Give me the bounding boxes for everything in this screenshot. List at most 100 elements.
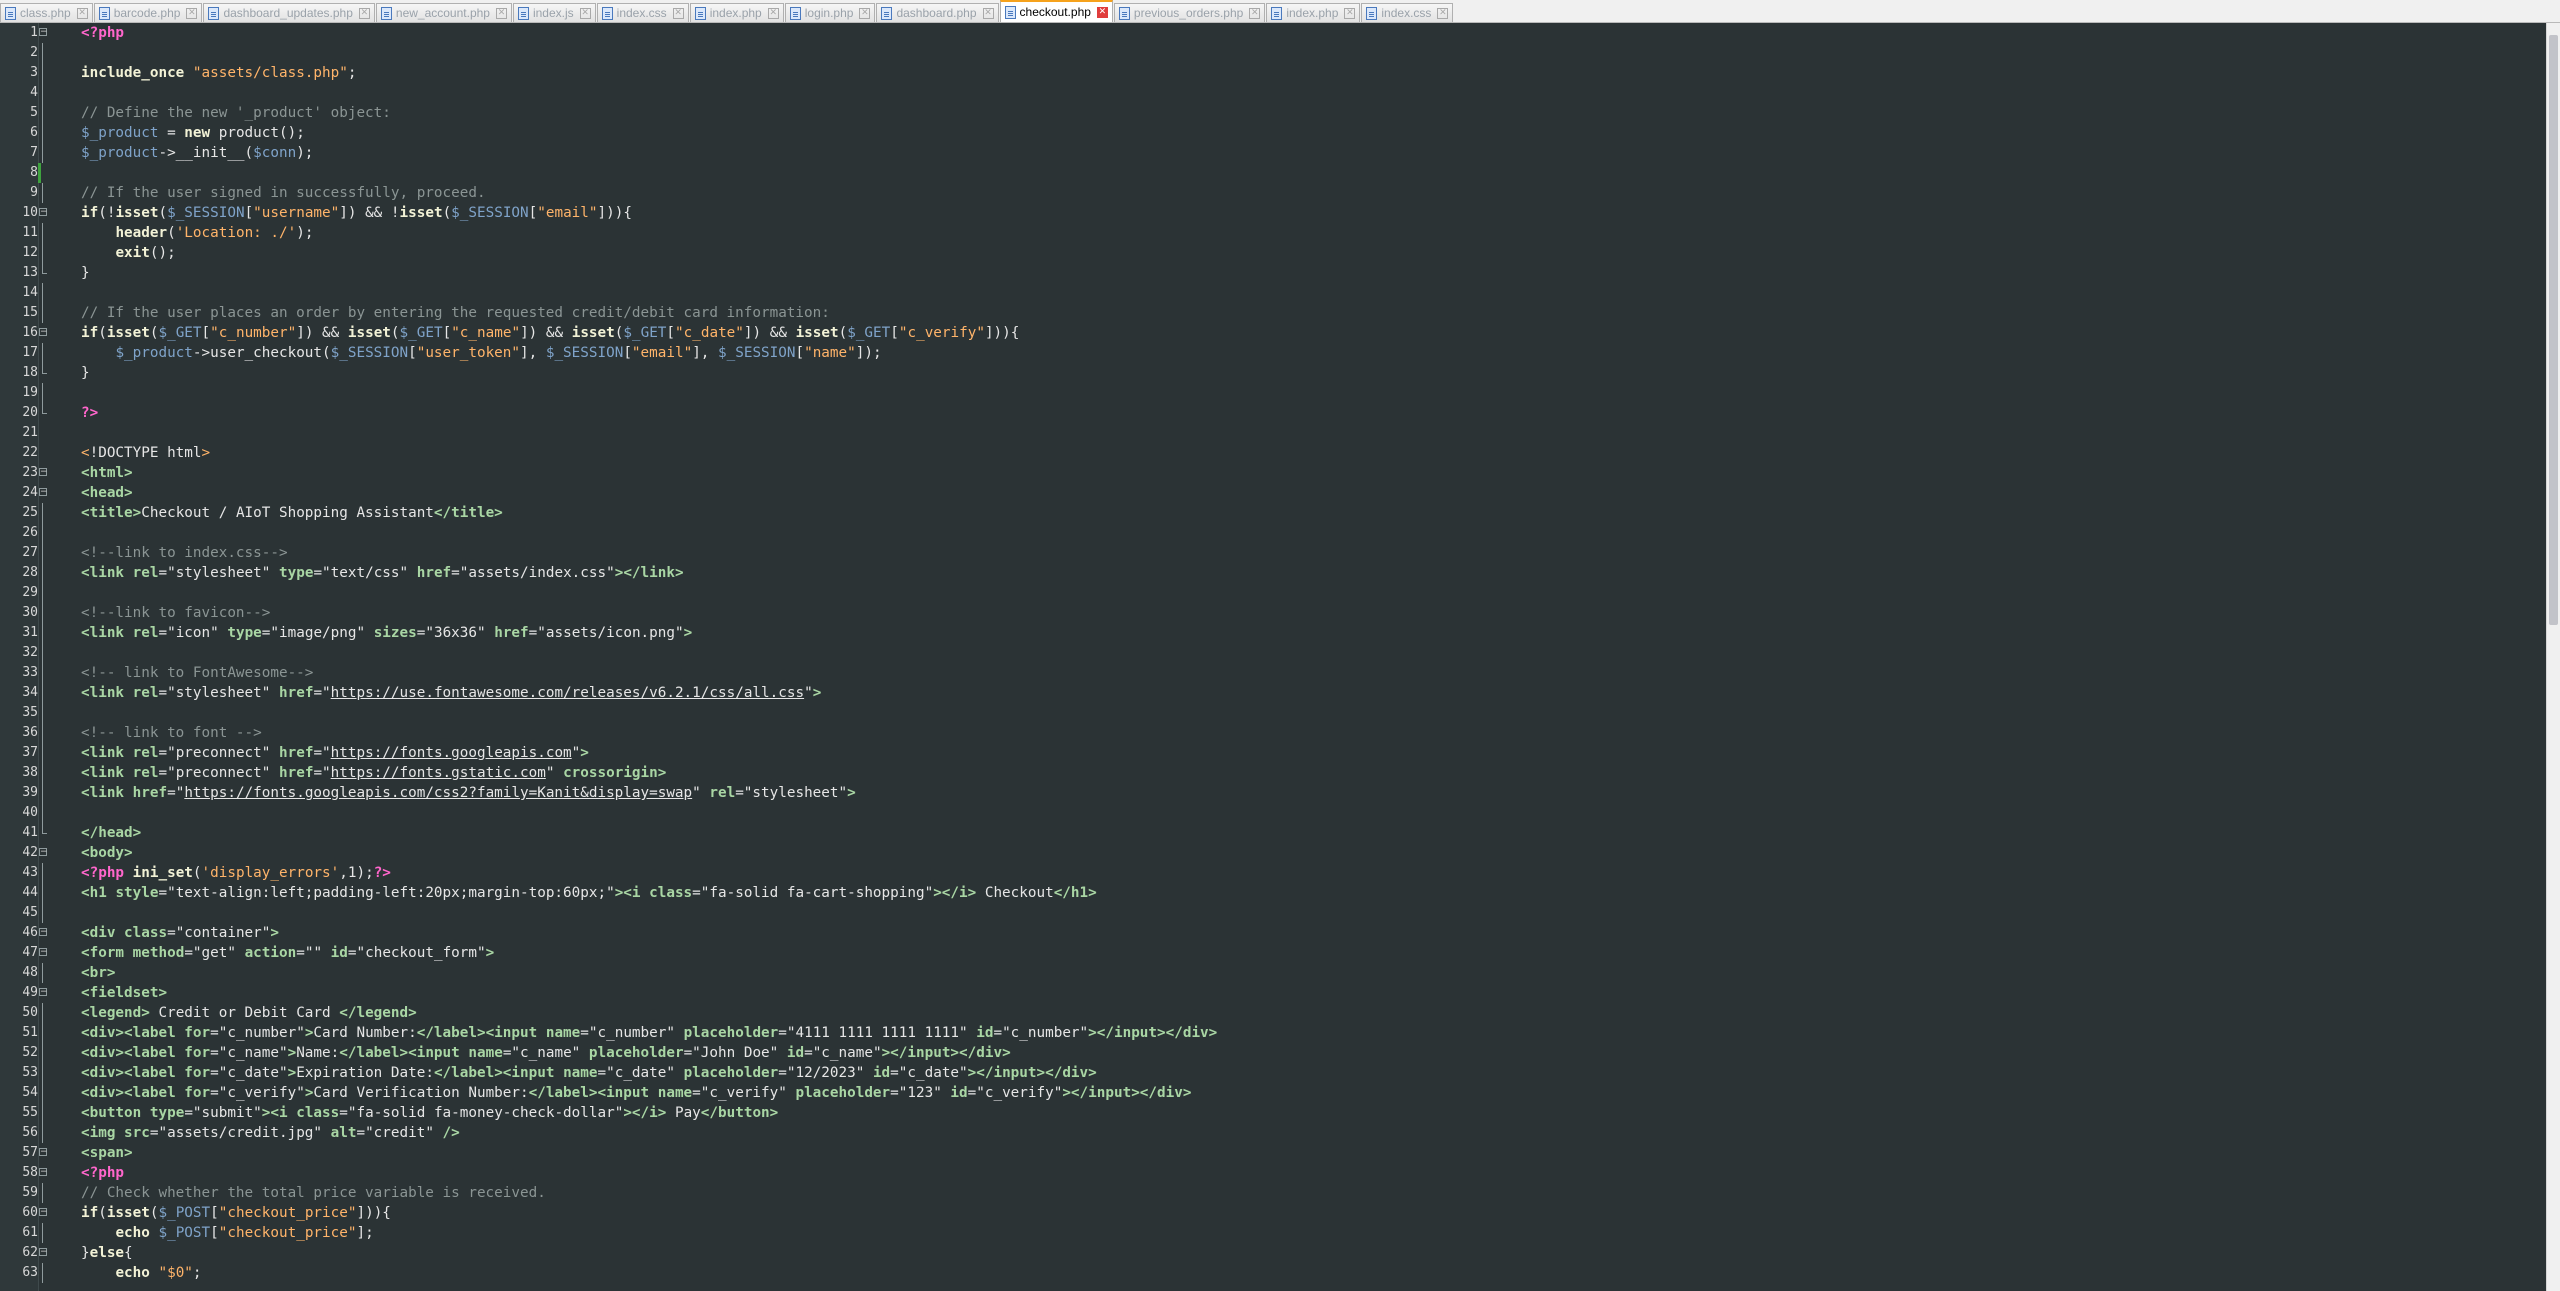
fold-guide xyxy=(38,603,48,623)
close-tab-icon[interactable]: ✕ xyxy=(983,8,994,19)
code-token: ="checkout_form" xyxy=(348,945,486,961)
code-token: "c_date" xyxy=(675,325,744,341)
line-number: 21 xyxy=(0,423,38,443)
code-token: class xyxy=(649,885,692,901)
fold-toggle-icon[interactable] xyxy=(38,323,48,343)
code-line: 53<div><label for="c_date">Expiration Da… xyxy=(0,1063,2546,1083)
tab-index-js[interactable]: index.js✕ xyxy=(513,3,596,22)
tab-dashboard-updates-php[interactable]: dashboard_updates.php✕ xyxy=(203,3,374,22)
line-number: 4 xyxy=(0,83,38,103)
tab-class-php[interactable]: class.php✕ xyxy=(0,3,93,22)
tab-index-php[interactable]: index.php✕ xyxy=(690,3,784,22)
code-token: > xyxy=(580,745,589,761)
fold-guide xyxy=(38,703,48,723)
close-tab-icon[interactable]: ✕ xyxy=(359,8,370,19)
fold-toggle-icon[interactable] xyxy=(38,483,48,503)
code-token: [ xyxy=(210,1225,219,1241)
close-tab-icon[interactable]: ✕ xyxy=(859,8,870,19)
code-text: <div><label for="c_number">Card Number:<… xyxy=(81,1023,1217,1043)
scrollbar-thumb[interactable] xyxy=(2549,35,2558,625)
line-number: 37 xyxy=(0,743,38,763)
tab-index-css[interactable]: index.css✕ xyxy=(1361,3,1453,22)
tab-barcode-php[interactable]: barcode.php✕ xyxy=(94,3,203,22)
close-tab-icon[interactable]: ✕ xyxy=(1437,8,1448,19)
fold-toggle-icon[interactable] xyxy=(38,1143,48,1163)
fold-toggle-icon[interactable] xyxy=(38,203,48,223)
fold-guide xyxy=(38,1063,48,1083)
line-number: 23 xyxy=(0,463,38,483)
code-token: <div><label xyxy=(81,1025,184,1041)
fold-guide xyxy=(38,1043,48,1063)
fold-guide xyxy=(38,1083,48,1103)
code-token: "name" xyxy=(804,345,856,361)
tab-label: dashboard.php xyxy=(896,6,976,20)
line-number: 22 xyxy=(0,443,38,463)
fold-toggle-icon[interactable] xyxy=(38,983,48,1003)
line-number: 49 xyxy=(0,983,38,1003)
close-tab-icon[interactable]: ✕ xyxy=(1097,7,1108,18)
fold-toggle-icon[interactable] xyxy=(38,23,48,43)
code-token: [ xyxy=(245,205,254,221)
line-number: 19 xyxy=(0,383,38,403)
fold-toggle-icon[interactable] xyxy=(38,923,48,943)
fold-guide xyxy=(38,243,48,263)
code-text: include_once "assets/class.php"; xyxy=(81,63,365,83)
tab-checkout-php[interactable]: checkout.php✕ xyxy=(1000,0,1113,22)
code-token: https://use.fontawesome.com/releases/v6.… xyxy=(331,685,804,701)
tab-new-account-php[interactable]: new_account.php✕ xyxy=(376,3,512,22)
fold-toggle-icon[interactable] xyxy=(38,463,48,483)
fold-toggle-icon[interactable] xyxy=(38,843,48,863)
line-number: 18 xyxy=(0,363,38,383)
close-tab-icon[interactable]: ✕ xyxy=(1344,8,1355,19)
close-tab-icon[interactable]: ✕ xyxy=(1249,8,1260,19)
close-tab-icon[interactable]: ✕ xyxy=(673,8,684,19)
line-number: 10 xyxy=(0,203,38,223)
code-editor[interactable]: 1<?php23include_once "assets/class.php";… xyxy=(0,23,2546,1291)
tab-index-css[interactable]: index.css✕ xyxy=(597,3,689,22)
code-text: // Check whether the total price variabl… xyxy=(81,1183,546,1203)
code-text: if(isset($_GET["c_number"]) && isset($_G… xyxy=(81,323,1019,343)
close-tab-icon[interactable]: ✕ xyxy=(186,8,197,19)
close-tab-icon[interactable]: ✕ xyxy=(768,8,779,19)
code-token: crossorigin xyxy=(563,765,658,781)
code-token: < xyxy=(81,445,90,461)
close-tab-icon[interactable]: ✕ xyxy=(496,8,507,19)
code-token: <?php xyxy=(81,865,133,881)
code-text: echo "$0"; xyxy=(81,1263,202,1283)
close-tab-icon[interactable]: ✕ xyxy=(77,8,88,19)
tab-previous-orders-php[interactable]: previous_orders.php✕ xyxy=(1114,3,1265,22)
fold-guide xyxy=(38,143,48,163)
close-tab-icon[interactable]: ✕ xyxy=(580,8,591,19)
code-token: </label><input xyxy=(529,1085,658,1101)
code-token: > xyxy=(658,765,667,781)
tab-index-php[interactable]: index.php✕ xyxy=(1266,3,1360,22)
code-token: method xyxy=(133,945,185,961)
code-token: <form xyxy=(81,945,133,961)
fold-guide xyxy=(38,403,48,423)
code-token: href xyxy=(494,625,528,641)
code-token: Checkout xyxy=(976,885,1053,901)
tab-dashboard-php[interactable]: dashboard.php ✕ xyxy=(876,3,998,22)
fold-toggle-icon[interactable] xyxy=(38,1163,48,1183)
code-text: <!--link to index.css--> xyxy=(81,543,288,563)
code-line: 3include_once "assets/class.php"; xyxy=(0,63,2546,83)
code-token: ="fa-solid fa-cart-shopping" xyxy=(692,885,933,901)
code-token: for xyxy=(184,1045,210,1061)
vertical-scrollbar[interactable] xyxy=(2546,23,2560,1291)
tab-login-php[interactable]: login.php✕ xyxy=(785,3,876,22)
code-token: (! xyxy=(98,205,115,221)
code-token: =" xyxy=(313,745,330,761)
code-token: src xyxy=(124,1125,150,1141)
fold-toggle-icon[interactable] xyxy=(38,1243,48,1263)
fold-guide xyxy=(38,283,48,303)
code-line: 40 xyxy=(0,803,2546,823)
code-token: $_SESSION xyxy=(331,345,408,361)
fold-guide xyxy=(38,663,48,683)
fold-toggle-icon[interactable] xyxy=(38,943,48,963)
code-line: 49<fieldset> xyxy=(0,983,2546,1003)
fold-guide xyxy=(38,163,51,183)
code-token: <span> xyxy=(81,1145,133,1161)
fold-toggle-icon[interactable] xyxy=(38,1203,48,1223)
code-token: $_SESSION xyxy=(718,345,795,361)
code-token: ); xyxy=(296,145,313,161)
